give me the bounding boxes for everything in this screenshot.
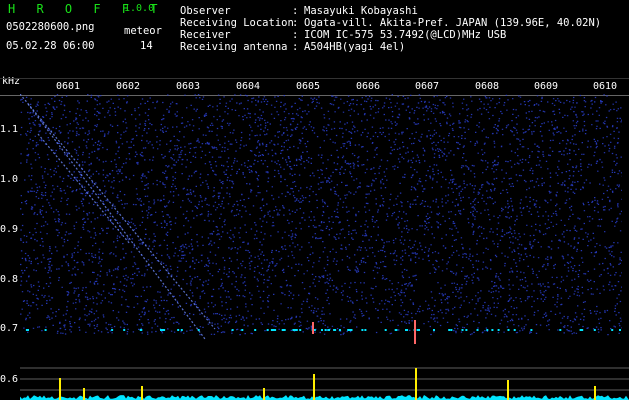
info-key: Observer: [180, 5, 231, 17]
app-version: 1.0.0: [124, 3, 155, 14]
freq-tick-label: 1.0: [0, 174, 19, 185]
info-colon: :: [292, 29, 299, 41]
freq-tick-label: 0.6: [0, 374, 19, 385]
noise-level-baseline: [20, 395, 629, 400]
info-key: Receiver: [180, 29, 231, 41]
info-value: ICOM IC-575 53.7492(@LCD)MHz USB: [304, 29, 507, 41]
info-antenna: Receiving antenna: A504HB(yagi 4el): [180, 41, 405, 53]
noise-field: [20, 94, 622, 336]
time-label: 0604: [236, 81, 261, 92]
doppler-trace: [37, 133, 131, 245]
info-colon: :: [292, 5, 299, 17]
freq-tick-label: 1.1: [0, 124, 19, 135]
info-value: Ogata-vill. Akita-Pref. JAPAN (139.96E, …: [304, 17, 602, 29]
meteor-count: 14: [140, 40, 153, 52]
time-label: 0603: [176, 81, 201, 92]
info-location: Receiving Location: Ogata-vill. Akita-Pre…: [180, 17, 601, 29]
info-value: A504HB(yagi 4el): [304, 41, 406, 53]
time-label: 0601: [56, 81, 81, 92]
spectrogram-display: [20, 94, 622, 344]
meteor-label: meteor: [124, 25, 162, 37]
info-colon: :: [292, 41, 299, 53]
freq-tick-label: 0.8: [0, 274, 19, 285]
doppler-trace: [27, 103, 206, 340]
time-label: 0607: [415, 81, 440, 92]
freq-tick-label: 0.9: [0, 224, 19, 235]
date-time: 05.02.28 06:00: [6, 40, 95, 52]
file-name: 0502280600.png: [6, 21, 95, 33]
freq-tick-label: 0.7: [0, 323, 19, 334]
time-label: 0609: [534, 81, 559, 92]
time-label: 0608: [475, 81, 500, 92]
time-label: 0605: [296, 81, 321, 92]
time-label: 0602: [116, 81, 141, 92]
info-value: Masayuki Kobayashi: [304, 5, 418, 17]
doppler-trace: [20, 94, 216, 330]
signal-level-histogram: [20, 367, 629, 400]
carrier-echo-marks: [25, 329, 621, 331]
info-receiver: Receiver: ICOM IC-575 53.7492(@LCD)MHz US…: [180, 29, 506, 41]
info-key: Receiving Location: [180, 17, 294, 29]
info-observer: Observer: Masayuki Kobayashi: [180, 5, 418, 17]
info-colon: :: [292, 17, 299, 29]
time-label: 0610: [593, 81, 618, 92]
info-key: Receiving antenna: [180, 41, 288, 53]
time-label: 0606: [356, 81, 381, 92]
